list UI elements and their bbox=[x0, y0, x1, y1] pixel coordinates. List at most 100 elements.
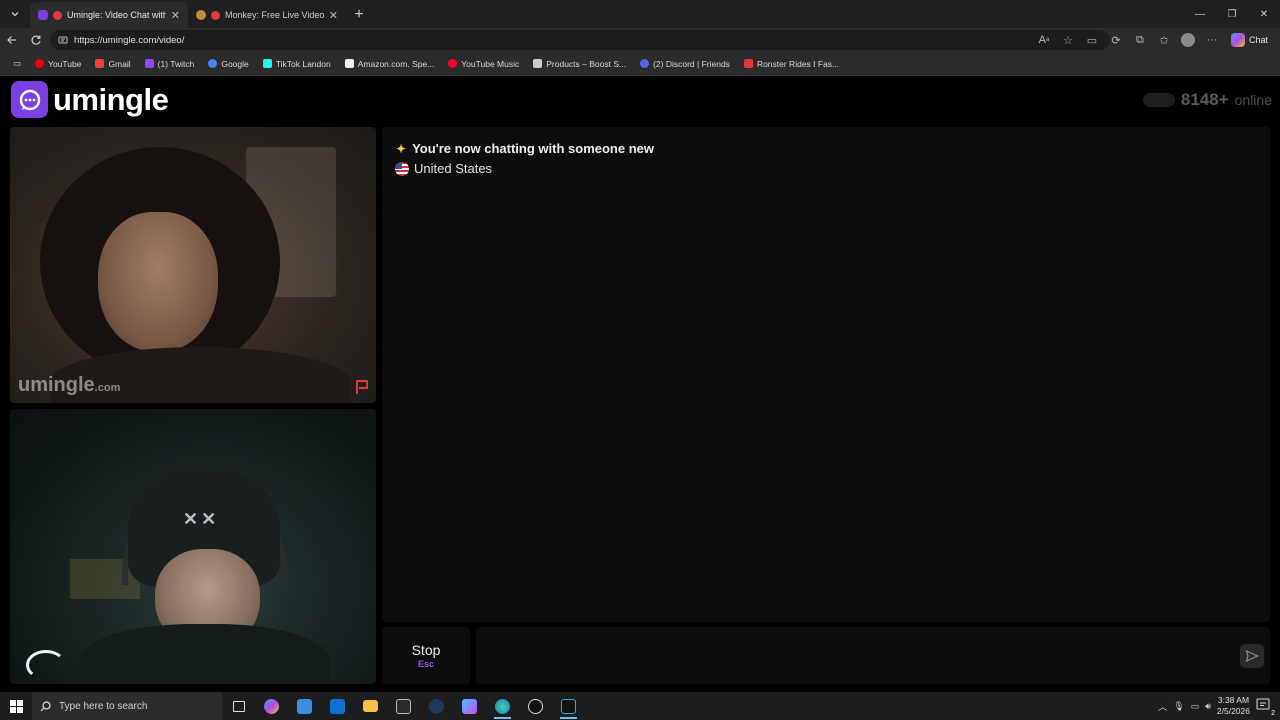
online-counter: 8148+ online bbox=[1142, 90, 1272, 110]
bookmark-tiktok[interactable]: TikTok Landon bbox=[256, 54, 338, 74]
umingle-page: umingle 8148+ online umingle.com ✕✕ ✦ Yo… bbox=[0, 76, 1280, 692]
file-explorer-icon[interactable] bbox=[354, 692, 387, 720]
youtube-icon bbox=[35, 59, 45, 68]
chevron-down-icon bbox=[11, 12, 19, 17]
tab-list-button[interactable] bbox=[4, 3, 26, 25]
bookmark-youtube[interactable]: YouTube bbox=[28, 54, 88, 74]
youtube-music-icon bbox=[448, 59, 458, 68]
report-flag-icon[interactable] bbox=[354, 379, 370, 395]
more-menu-icon[interactable]: ··· bbox=[1201, 29, 1223, 51]
extensions-puzzle-icon[interactable]: ⧉ bbox=[1129, 29, 1151, 51]
clock[interactable]: 3:38 AM 2/5/2026 bbox=[1217, 695, 1250, 717]
site-logo[interactable]: umingle bbox=[11, 81, 169, 118]
bookmark-youtube-music[interactable]: YouTube Music bbox=[441, 54, 526, 74]
message-input[interactable] bbox=[476, 627, 1216, 684]
tray-overflow-icon[interactable]: ︿ bbox=[1158, 700, 1167, 713]
favorites-icon[interactable]: ✩ bbox=[1153, 29, 1175, 51]
brand-name: umingle bbox=[53, 81, 169, 117]
shoulders bbox=[80, 624, 330, 684]
url-field[interactable]: https://umingle.com/video/ bbox=[50, 30, 1110, 50]
tab-title: Umingle: Video Chat with Str bbox=[67, 10, 166, 20]
copilot-label: Chat bbox=[1248, 35, 1268, 45]
read-aloud-icon[interactable]: Aa bbox=[1033, 29, 1055, 51]
recording-icon bbox=[211, 10, 220, 20]
start-button[interactable] bbox=[0, 692, 32, 720]
umingle-favicon-icon bbox=[38, 10, 48, 20]
close-window-icon[interactable]: ✕ bbox=[1248, 0, 1280, 28]
bookmark-twitch[interactable]: (1) Twitch bbox=[138, 54, 202, 74]
network-icon[interactable]: ▭ bbox=[1191, 701, 1200, 712]
online-label: online bbox=[1234, 92, 1272, 108]
stranger-video: umingle.com bbox=[10, 127, 376, 403]
search-placeholder: Type here to search bbox=[59, 700, 148, 712]
send-icon bbox=[1245, 649, 1259, 663]
tab-umingle[interactable]: Umingle: Video Chat with Str ✕ bbox=[30, 2, 188, 28]
system-message: ✦ You're now chatting with someone new bbox=[396, 141, 654, 156]
site-info-icon[interactable] bbox=[58, 35, 68, 45]
tab-monkey[interactable]: Monkey: Free Live Video Chat ✕ bbox=[188, 2, 346, 28]
beanie-logo: ✕✕ bbox=[183, 509, 220, 529]
bookmarks-menu-icon[interactable]: ▭ bbox=[6, 54, 28, 74]
system-tray: ︿ 🎙︎ ▭ 🔊︎ 3:38 AM 2/5/2026 2 bbox=[1158, 692, 1280, 720]
refresh-button[interactable] bbox=[24, 28, 48, 52]
edge-icon[interactable] bbox=[486, 692, 519, 720]
bookmark-discord[interactable]: (2) Discord | Friends bbox=[633, 54, 737, 74]
amazon-icon bbox=[344, 59, 354, 68]
profile-icon[interactable] bbox=[1177, 29, 1199, 51]
microphone-icon[interactable]: 🎙︎ bbox=[1173, 701, 1184, 712]
media-icon[interactable]: ▭ bbox=[1081, 29, 1103, 51]
notification-badge: 2 bbox=[1271, 710, 1275, 717]
bookmark-amazon[interactable]: Amazon.com. Spe... bbox=[338, 54, 442, 74]
taskbar-search[interactable]: Type here to search bbox=[32, 692, 222, 720]
epic-games-icon[interactable] bbox=[387, 692, 420, 720]
send-button[interactable] bbox=[1240, 644, 1264, 668]
windows-taskbar: Type here to search ︿ 🎙︎ ▭ 🔊︎ 3:38 AM 2/… bbox=[0, 692, 1280, 720]
bookmark-products[interactable]: Products – Boost S... bbox=[526, 54, 633, 74]
back-arrow-icon bbox=[7, 36, 16, 44]
recording-icon bbox=[53, 10, 62, 20]
monkey-favicon-icon bbox=[196, 10, 206, 20]
copilot-chat-button[interactable]: Chat bbox=[1225, 33, 1274, 47]
copilot-taskbar-icon[interactable] bbox=[255, 692, 288, 720]
restore-icon[interactable]: ❐ bbox=[1216, 0, 1248, 28]
browser-tab-strip: Umingle: Video Chat with Str ✕ Monkey: F… bbox=[0, 0, 1280, 28]
bookmark-ronster[interactable]: Ronster Rides I Fas... bbox=[737, 54, 846, 74]
sparkle-icon: ✦ bbox=[396, 141, 407, 156]
google-icon bbox=[208, 59, 218, 68]
message-box bbox=[476, 627, 1270, 684]
task-view-icon[interactable] bbox=[222, 692, 255, 720]
bookmark-gmail[interactable]: Gmail bbox=[88, 54, 137, 74]
notification-center[interactable]: 2 bbox=[1256, 698, 1275, 717]
ronster-icon bbox=[743, 59, 753, 68]
search-icon bbox=[40, 700, 51, 711]
bookmark-google[interactable]: Google bbox=[201, 54, 255, 74]
page-icon bbox=[533, 59, 543, 68]
outlook-icon[interactable] bbox=[321, 692, 354, 720]
modrinth-icon[interactable] bbox=[453, 692, 486, 720]
stop-button[interactable]: Stop Esc bbox=[382, 627, 470, 684]
back-button[interactable] bbox=[0, 28, 24, 52]
new-tab-button[interactable]: + bbox=[346, 2, 372, 28]
clock-time: 3:38 AM bbox=[1217, 695, 1250, 705]
chat-bubble-icon bbox=[11, 81, 48, 118]
twitch-icon bbox=[144, 59, 154, 68]
obs-icon[interactable] bbox=[519, 692, 552, 720]
store-icon[interactable] bbox=[288, 692, 321, 720]
face bbox=[98, 212, 218, 352]
capcut-icon[interactable] bbox=[552, 692, 585, 720]
tab-close-icon[interactable]: ✕ bbox=[171, 9, 180, 22]
self-video: ✕✕ bbox=[10, 409, 376, 684]
us-flag-icon bbox=[395, 161, 409, 176]
notification-icon bbox=[1256, 698, 1270, 710]
tab-close-icon[interactable]: ✕ bbox=[329, 9, 338, 22]
bookmarks-bar: ▭ YouTube Gmail (1) Twitch Google TikTok… bbox=[0, 52, 1280, 76]
steam-icon[interactable] bbox=[420, 692, 453, 720]
umingle-watermark: umingle.com bbox=[18, 374, 121, 396]
extensions-icon[interactable]: ⟳ bbox=[1105, 29, 1127, 51]
favorite-star-icon[interactable]: ☆ bbox=[1057, 29, 1079, 51]
online-count: 8148+ bbox=[1180, 90, 1229, 109]
minimize-icon[interactable]: — bbox=[1184, 0, 1216, 28]
gmail-icon bbox=[95, 59, 105, 68]
discord-icon bbox=[640, 59, 650, 68]
volume-icon[interactable]: 🔊︎ bbox=[1205, 701, 1211, 712]
